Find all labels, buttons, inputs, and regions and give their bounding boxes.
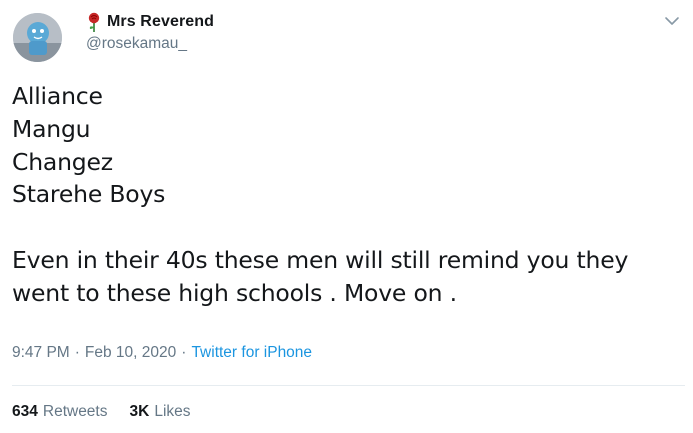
author-handle[interactable]: @rosekamau_ [86, 35, 187, 53]
rose-icon [86, 11, 102, 33]
tweet-date[interactable]: Feb 10, 2020 [85, 344, 176, 362]
tweet-meta: 9:47 PM · Feb 10, 2020 · Twitter for iPh… [12, 344, 312, 362]
likes-stat[interactable]: 3K Likes [130, 403, 191, 421]
meta-separator: · [181, 344, 187, 361]
likes-count: 3K [129, 403, 150, 420]
divider [12, 385, 685, 386]
tweet-stats: 634 Retweets 3K Likes [12, 403, 213, 421]
retweets-stat[interactable]: 634 Retweets [12, 403, 108, 421]
author-display-name[interactable]: Mrs Reverend [107, 13, 214, 31]
retweets-count: 634 [12, 403, 38, 420]
avatar-icon [13, 13, 62, 62]
meta-separator: · [74, 344, 80, 361]
tweet-card: Mrs Reverend @rosekamau_ Alliance Mangu … [0, 0, 693, 433]
tweet-source-link[interactable]: Twitter for iPhone [191, 344, 312, 362]
chevron-down-icon[interactable] [663, 12, 681, 30]
avatar[interactable] [13, 13, 62, 62]
tweet-text: Alliance Mangu Changez Starehe Boys Even… [12, 82, 629, 307]
tweet-time[interactable]: 9:47 PM [12, 344, 70, 362]
likes-label: Likes [154, 403, 191, 420]
retweets-label: Retweets [42, 403, 108, 420]
author-name-row[interactable]: Mrs Reverend [86, 11, 214, 33]
